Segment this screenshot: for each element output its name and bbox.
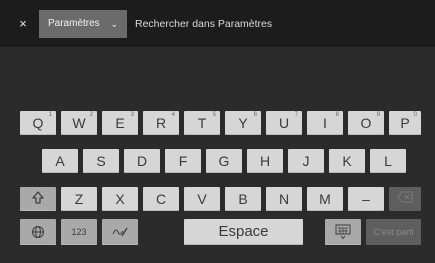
key-l[interactable]: L (370, 149, 406, 173)
key-f[interactable]: F (165, 149, 201, 173)
key-k[interactable]: K (329, 149, 365, 173)
handwriting-icon (112, 227, 128, 237)
keyboard-hide-icon (335, 224, 351, 240)
handwriting-key[interactable] (102, 219, 138, 245)
backspace-icon (397, 191, 413, 203)
globe-icon (32, 226, 44, 238)
key-y[interactable]: Y6 (225, 111, 261, 135)
backspace-key[interactable] (389, 187, 421, 211)
key-q[interactable]: Q1 (20, 111, 56, 135)
chevron-down-icon: ⌄ (110, 19, 118, 29)
key-g[interactable]: G (206, 149, 242, 173)
language-key[interactable] (20, 219, 56, 245)
shift-arrow-icon (32, 191, 44, 204)
shift-key[interactable] (20, 187, 56, 211)
on-screen-keyboard: Q1 W2 E3 R4 T5 Y6 U7 I8 O9 P0 A S D F G … (18, 111, 421, 252)
key-s[interactable]: S (83, 149, 119, 173)
key-w[interactable]: W2 (61, 111, 97, 135)
search-input[interactable]: Rechercher dans Paramètres (135, 14, 272, 34)
key-p[interactable]: P0 (389, 111, 421, 135)
key-o[interactable]: O9 (348, 111, 384, 135)
key-v[interactable]: V (184, 187, 220, 211)
settings-dropdown[interactable]: Paramètres ⌄ (39, 10, 127, 38)
key-j[interactable]: J (288, 149, 324, 173)
top-bar: × Paramètres ⌄ Rechercher dans Paramètre… (0, 0, 435, 47)
key-t[interactable]: T5 (184, 111, 220, 135)
key-r[interactable]: R4 (143, 111, 179, 135)
dropdown-label: Paramètres (48, 18, 100, 29)
key-z[interactable]: Z (61, 187, 97, 211)
key-h[interactable]: H (247, 149, 283, 173)
close-icon: × (19, 16, 27, 31)
key-n[interactable]: N (266, 187, 302, 211)
key-i[interactable]: I8 (307, 111, 343, 135)
key-c[interactable]: C (143, 187, 179, 211)
space-key[interactable]: Espace (184, 219, 303, 245)
key-m[interactable]: M (307, 187, 343, 211)
go-button[interactable]: C'est parti (366, 219, 421, 245)
key-b[interactable]: B (225, 187, 261, 211)
numbers-key[interactable]: 123 (61, 219, 97, 245)
key-e[interactable]: E3 (102, 111, 138, 135)
key-dash[interactable]: – (348, 187, 384, 211)
key-x[interactable]: X (102, 187, 138, 211)
key-d[interactable]: D (124, 149, 160, 173)
key-a[interactable]: A (42, 149, 78, 173)
key-u[interactable]: U7 (266, 111, 302, 135)
hide-keyboard-key[interactable] (325, 219, 361, 245)
close-button[interactable]: × (15, 14, 31, 34)
